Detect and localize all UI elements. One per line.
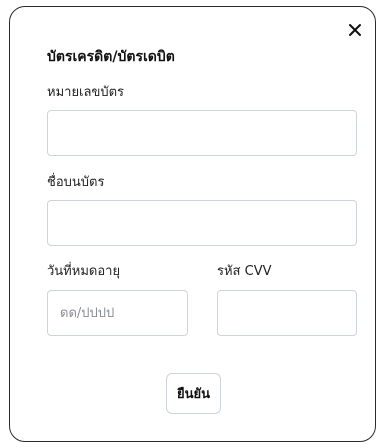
card-name-label: ชื่อบนบัตร [47,175,105,190]
card-number-input[interactable] [47,110,357,156]
expiry-label: วันที่หมดอายุ [47,264,121,279]
confirm-button[interactable]: ยืนยัน [166,373,221,414]
card-payment-dialog: บัตรเครดิต/บัตรเดบิต หมายเลขบัตร ชื่อบนบ… [9,6,376,442]
cvv-input[interactable] [217,290,357,336]
close-button[interactable] [348,23,362,37]
card-number-label: หมายเลขบัตร [47,85,125,100]
close-icon [349,24,361,36]
dialog-title: บัตรเครดิต/บัตรเดบิต [47,49,175,65]
card-name-input[interactable] [47,200,357,246]
expiry-input[interactable] [47,290,188,336]
cvv-label: รหัส CVV [217,264,272,279]
